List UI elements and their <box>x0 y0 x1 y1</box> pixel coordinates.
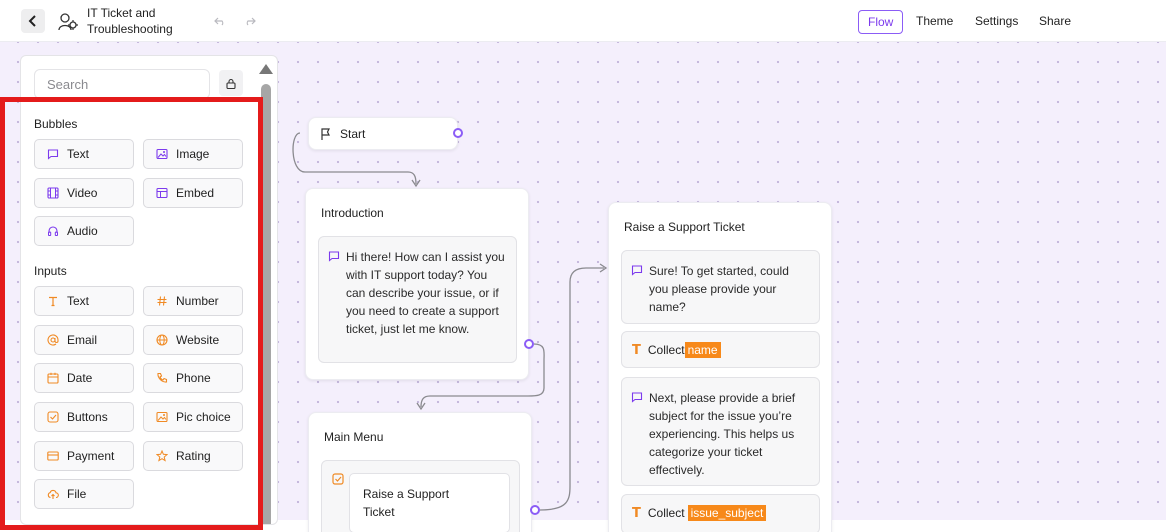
bubbles-section-title: Bubbles <box>34 117 78 131</box>
sidebar-scrollbar[interactable] <box>259 64 273 524</box>
introduction-group[interactable]: Introduction Hi there! How can I assist … <box>305 188 529 380</box>
input-block-text[interactable]: Text <box>34 286 134 316</box>
input-block-number[interactable]: Number <box>143 286 243 316</box>
input-block-file[interactable]: File <box>34 479 134 509</box>
text-t-icon <box>49 296 57 307</box>
start-output-port[interactable] <box>453 128 463 138</box>
bubble-block-audio-label: Audio <box>67 224 98 238</box>
main-menu-group[interactable]: Main Menu Raise a Support Ticket <box>308 412 532 532</box>
globe-icon <box>156 334 168 346</box>
phone-icon <box>157 372 168 383</box>
bubble-block-image[interactable]: Image <box>143 139 243 169</box>
collect-issue-subject-input[interactable]: T Collect issue_subject <box>621 494 820 532</box>
input-block-email-label: Email <box>67 333 98 347</box>
input-block-phone-label: Phone <box>176 371 211 385</box>
picture-choice-icon <box>156 411 168 423</box>
input-block-website[interactable]: Website <box>143 325 243 355</box>
bubble-block-audio[interactable]: Audio <box>34 216 134 246</box>
subject-prompt-bubble[interactable]: Next, please provide a brief subject for… <box>621 377 820 486</box>
film-icon <box>47 187 59 199</box>
start-node[interactable]: Start <box>308 117 458 150</box>
raise-ticket-button-label: Raise a Support Ticket <box>363 487 450 519</box>
text-t-icon: T <box>632 505 641 521</box>
input-block-buttons[interactable]: Buttons <box>34 402 134 432</box>
bubble-block-text-label: Text <box>67 147 90 161</box>
input-block-pic-choice-label: Pic choice <box>176 410 231 424</box>
inputs-section-title: Inputs <box>34 264 67 278</box>
chat-bubble-icon <box>328 251 340 262</box>
introduction-text-bubble[interactable]: Hi there! How can I assist you with IT s… <box>318 236 517 363</box>
text-t-icon: T <box>632 342 641 358</box>
hash-icon <box>157 296 167 306</box>
star-icon <box>156 450 168 462</box>
variable-tag-name: name <box>684 342 721 358</box>
blocks-sidebar: Bubbles Text Image Video Embed Audio Inp… <box>20 55 278 525</box>
embed-window-icon <box>156 187 168 199</box>
at-sign-icon <box>47 334 59 346</box>
bubble-block-video-label: Video <box>67 186 98 200</box>
collect-name-input[interactable]: T Collect name <box>621 331 820 368</box>
introduction-message: Hi there! How can I assist you with IT s… <box>346 250 505 336</box>
calendar-icon <box>47 372 59 384</box>
introduction-title: Introduction <box>321 206 384 220</box>
input-block-date-label: Date <box>67 371 93 385</box>
input-block-website-label: Website <box>176 333 220 347</box>
name-prompt-message: Sure! To get started, could you please p… <box>649 264 789 314</box>
scroll-thumb[interactable] <box>261 84 271 524</box>
lock-sidebar-button[interactable] <box>219 70 243 96</box>
input-block-pic-choice[interactable]: Pic choice <box>143 402 243 432</box>
upload-cloud-icon <box>47 489 59 499</box>
input-block-file-label: File <box>67 487 87 501</box>
bubble-block-image-label: Image <box>176 147 210 161</box>
variable-tag-issue-subject: issue_subject <box>687 505 767 521</box>
introduction-output-port[interactable] <box>524 339 534 349</box>
input-block-number-label: Number <box>176 294 219 308</box>
bubble-block-embed[interactable]: Embed <box>143 178 243 208</box>
raise-ticket-button-port[interactable] <box>530 505 540 515</box>
chat-bubble-icon <box>631 265 643 276</box>
raise-ticket-button-item[interactable]: Raise a Support Ticket <box>349 473 510 532</box>
checkbox-icon <box>47 411 59 423</box>
raise-support-ticket-group[interactable]: Raise a Support Ticket Sure! To get star… <box>608 202 832 532</box>
collect-name-label: Collect <box>647 343 685 357</box>
bubble-block-embed-label: Embed <box>176 186 215 200</box>
input-block-date[interactable]: Date <box>34 363 134 393</box>
start-label: Start <box>340 127 366 141</box>
chat-bubble-icon <box>631 392 643 403</box>
name-prompt-bubble[interactable]: Sure! To get started, could you please p… <box>621 250 820 324</box>
input-block-buttons-label: Buttons <box>67 410 108 424</box>
edge-mainmenu-raiseticket <box>539 267 604 511</box>
input-block-rating-label: Rating <box>176 449 211 463</box>
scroll-up-arrow[interactable] <box>259 64 273 74</box>
input-block-email[interactable]: Email <box>34 325 134 355</box>
input-block-text-label: Text <box>67 294 90 308</box>
main-menu-title: Main Menu <box>324 430 384 444</box>
collect-subject-label: Collect <box>647 506 685 520</box>
main-menu-buttons-input[interactable]: Raise a Support Ticket <box>321 460 520 532</box>
credit-card-icon <box>47 451 59 461</box>
flag-icon <box>321 128 330 140</box>
input-block-payment-label: Payment <box>67 449 115 463</box>
image-icon <box>156 148 168 160</box>
headphones-icon <box>48 226 59 236</box>
lock-icon <box>226 78 236 89</box>
input-block-rating[interactable]: Rating <box>143 441 243 471</box>
checkbox-icon <box>332 473 344 485</box>
search-input[interactable] <box>34 69 210 99</box>
input-block-phone[interactable]: Phone <box>143 363 243 393</box>
bubble-block-text[interactable]: Text <box>34 139 134 169</box>
subject-prompt-message: Next, please provide a brief subject for… <box>649 391 796 477</box>
raise-ticket-title: Raise a Support Ticket <box>624 220 745 234</box>
bubble-block-video[interactable]: Video <box>34 178 134 208</box>
chat-bubble-icon <box>47 149 59 160</box>
input-block-payment[interactable]: Payment <box>34 441 134 471</box>
